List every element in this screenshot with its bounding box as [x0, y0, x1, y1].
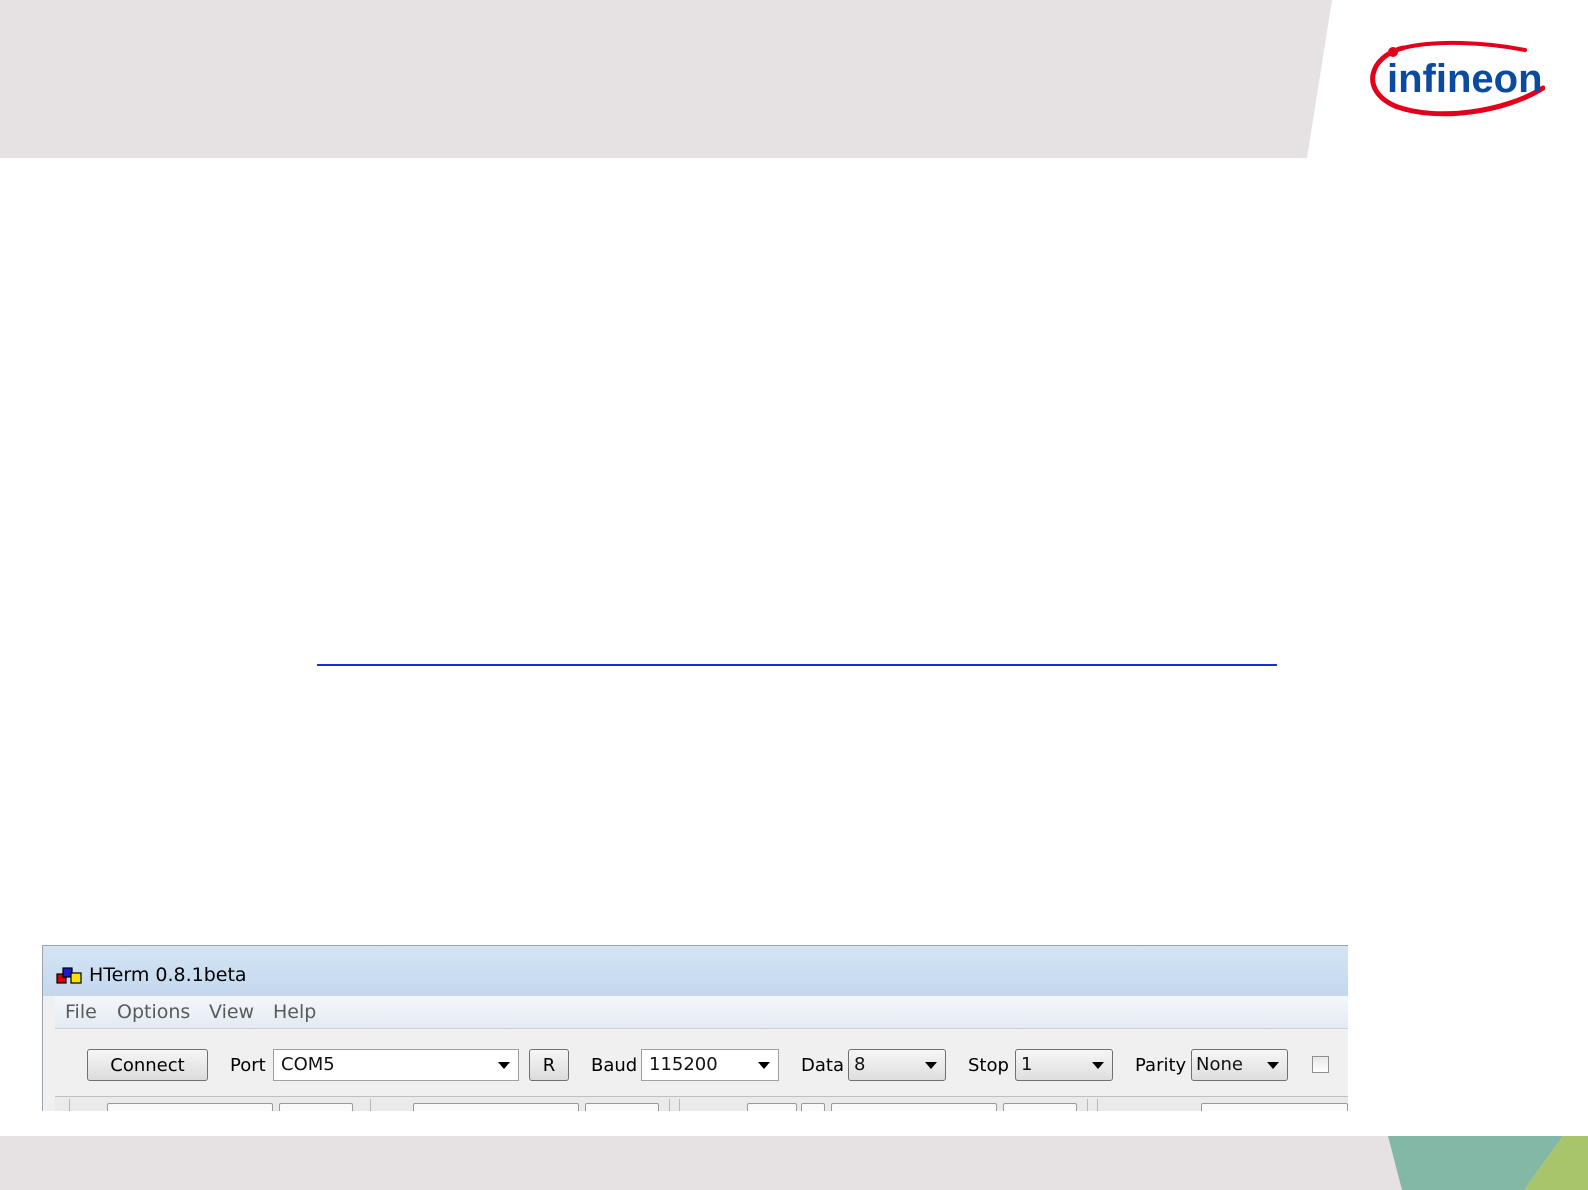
- partial-field[interactable]: [831, 1103, 997, 1111]
- menu-file[interactable]: File: [65, 1001, 97, 1023]
- toolbar-separator: [370, 1099, 371, 1111]
- partial-field[interactable]: [1201, 1103, 1348, 1111]
- hterm-window: HTerm 0.8.1beta File Options View Help C…: [42, 945, 1348, 1111]
- port-select[interactable]: COM5: [273, 1049, 519, 1081]
- stop-bits-select[interactable]: 1: [1015, 1049, 1113, 1081]
- port-label: Port: [230, 1055, 266, 1076]
- data-bits-label: Data: [801, 1055, 844, 1076]
- window-title: HTerm 0.8.1beta: [89, 964, 247, 986]
- chevron-down-icon: [925, 1062, 937, 1069]
- logo-wordmark: infineon: [1387, 57, 1543, 101]
- stop-bits-label: Stop: [968, 1055, 1009, 1076]
- toolbar-separator: [69, 1099, 70, 1111]
- toolbar-separator: [1097, 1099, 1098, 1111]
- partial-checkbox[interactable]: [801, 1103, 825, 1111]
- link-underline[interactable]: [317, 664, 1277, 666]
- partial-field[interactable]: [747, 1103, 797, 1111]
- data-bits-select[interactable]: 8: [848, 1049, 946, 1081]
- toolbar-separator: [679, 1099, 680, 1111]
- hterm-app-icon: [56, 967, 82, 985]
- toolbar-separator: [669, 1099, 670, 1111]
- partial-field[interactable]: [107, 1103, 273, 1111]
- partial-field[interactable]: [413, 1103, 579, 1111]
- partial-button[interactable]: [585, 1103, 659, 1111]
- partial-button[interactable]: [1003, 1103, 1077, 1111]
- chevron-down-icon: [758, 1062, 770, 1069]
- partial-button[interactable]: [279, 1103, 353, 1111]
- data-bits-value: 8: [854, 1054, 866, 1075]
- menu-view[interactable]: View: [209, 1001, 254, 1023]
- option-checkbox[interactable]: [1312, 1056, 1329, 1073]
- parity-select[interactable]: None: [1191, 1049, 1288, 1081]
- baud-select[interactable]: 115200: [641, 1049, 779, 1081]
- connection-toolbar: Connect Port COM5 R Baud 115200 Data 8 S…: [55, 1029, 1348, 1102]
- menu-help[interactable]: Help: [273, 1001, 316, 1023]
- menubar: File Options View Help: [55, 996, 1348, 1029]
- infineon-logo: infineon: [1365, 40, 1546, 120]
- stop-bits-value: 1: [1021, 1054, 1033, 1075]
- refresh-ports-button[interactable]: R: [529, 1049, 569, 1081]
- chevron-down-icon: [498, 1062, 510, 1069]
- baud-label: Baud: [591, 1055, 638, 1076]
- baud-select-value: 115200: [649, 1054, 718, 1075]
- chevron-down-icon: [1267, 1062, 1279, 1069]
- parity-value: None: [1196, 1054, 1243, 1075]
- connect-button[interactable]: Connect: [87, 1049, 208, 1081]
- svg-text:infineon: infineon: [1387, 57, 1543, 101]
- slide-footer-band: [0, 1136, 1588, 1190]
- parity-label: Parity: [1135, 1055, 1187, 1076]
- port-select-value: COM5: [281, 1054, 335, 1075]
- menu-options[interactable]: Options: [117, 1001, 190, 1023]
- toolbar-separator: [1087, 1099, 1088, 1111]
- window-titlebar: HTerm 0.8.1beta: [43, 946, 1348, 996]
- chevron-down-icon: [1092, 1062, 1104, 1069]
- slide-header-band: [0, 0, 1588, 158]
- secondary-toolbar-row: [55, 1096, 1348, 1111]
